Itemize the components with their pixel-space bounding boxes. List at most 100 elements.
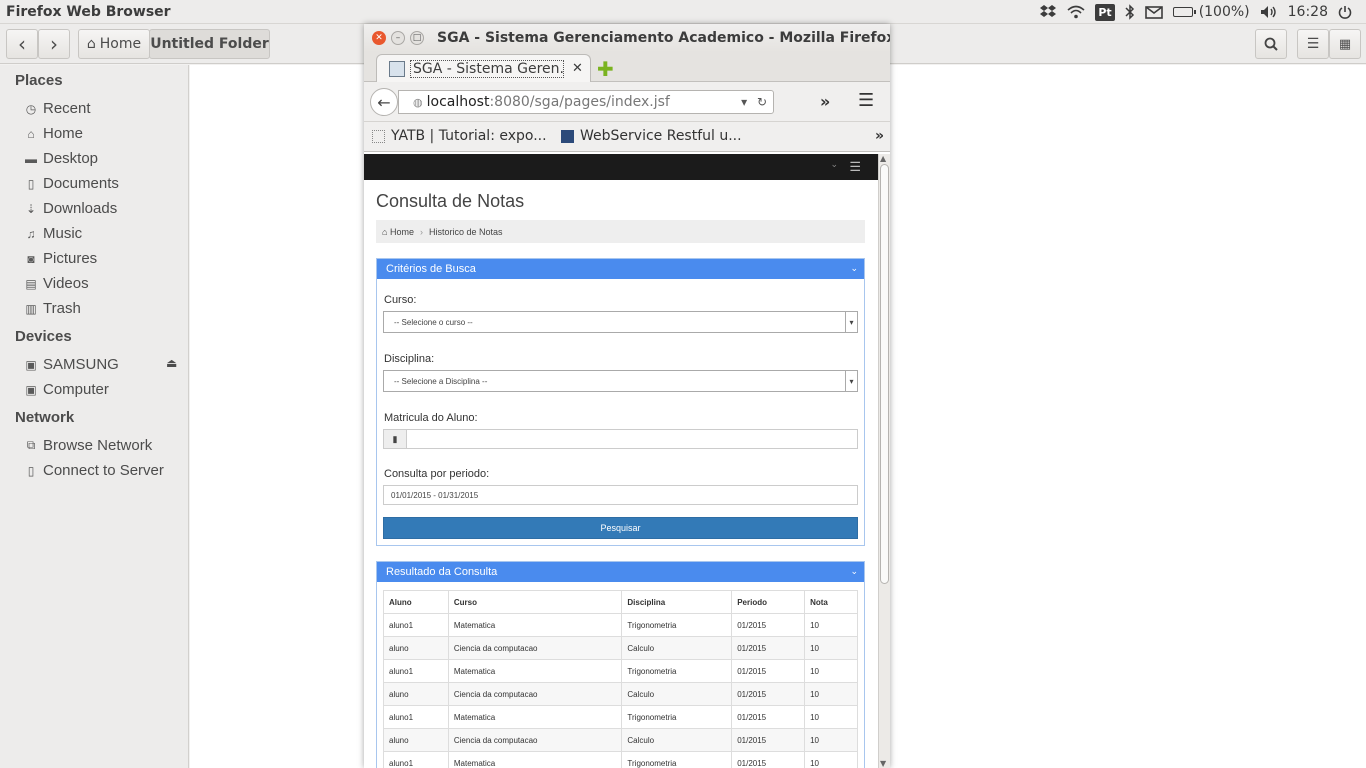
download-icon: ⇣ [25, 201, 37, 216]
matricula-field[interactable]: ▮ [383, 429, 858, 449]
system-tray: Pt (100%) 16:28 [1039, 0, 1352, 24]
battery-status[interactable]: (100%) [1172, 4, 1250, 20]
hamburger-icon[interactable]: ☰ [849, 159, 861, 175]
chevron-down-icon[interactable]: ⌄ [850, 263, 858, 274]
globe-icon: ◍ [413, 95, 423, 109]
firefox-window: ✕ – □ SGA - Sistema Gerenciamento Academ… [364, 24, 890, 768]
url-controls: ▾ ↻ [741, 95, 767, 109]
column-header[interactable]: Aluno [383, 590, 449, 614]
page-favicon-icon [389, 60, 405, 77]
table-row[interactable]: aluno1 Matematica Trigonometria 01/2015 10 [383, 705, 858, 729]
table-cell: Trigonometria [621, 613, 733, 637]
curso-label: Curso: [384, 294, 417, 306]
table-cell: aluno1 [383, 705, 449, 729]
sidebar-item-home[interactable]: ⌂ Home [24, 125, 83, 142]
path-home-button[interactable]: ⌂ Home [78, 29, 150, 59]
search-panel-header[interactable]: Critérios de Busca ⌄ [377, 259, 864, 279]
chevron-down-icon[interactable]: ⌄ [830, 159, 838, 170]
window-titlebar[interactable]: ✕ – □ SGA - Sistema Gerenciamento Academ… [364, 24, 890, 52]
chevron-left-icon: ‹ [18, 32, 26, 56]
table-row[interactable]: aluno1 Matematica Trigonometria 01/2015 10 [383, 613, 858, 637]
url-bar[interactable]: ◍ localhost:8080/sga/pages/index.jsf ▾ ↻ [398, 90, 774, 114]
clock[interactable]: 16:28 [1288, 4, 1328, 20]
sidebar-item-desktop[interactable]: ▬ Desktop [24, 150, 98, 167]
path-current-button[interactable]: Untitled Folder [149, 29, 270, 59]
column-header[interactable]: Nota [804, 590, 858, 614]
breadcrumb-separator-icon: › [419, 226, 423, 237]
forward-button[interactable]: › [38, 29, 70, 59]
power-icon[interactable] [1338, 5, 1352, 19]
scroll-thumb[interactable] [880, 164, 889, 584]
dropdown-icon[interactable]: ▾ [741, 95, 747, 109]
sidebar-item-music[interactable]: ♫ Music [24, 225, 83, 242]
bookmark-yatb[interactable]: YATB | Tutorial: expo... [372, 128, 547, 144]
dropbox-icon[interactable] [1039, 4, 1057, 20]
reload-icon[interactable]: ↻ [757, 95, 767, 109]
pesquisar-button[interactable]: Pesquisar [383, 517, 858, 539]
bluetooth-icon[interactable] [1125, 4, 1135, 20]
disciplina-select-value: -- Selecione a Disciplina -- [394, 376, 488, 386]
search-button[interactable] [1255, 29, 1287, 59]
column-header[interactable]: Disciplina [621, 590, 733, 614]
table-row[interactable]: aluno1 Matematica Trigonometria 01/2015 10 [383, 751, 858, 768]
plus-icon: ✚ [597, 57, 614, 81]
toolbar-overflow-button[interactable]: » [820, 92, 830, 111]
table-row[interactable]: aluno Ciencia da computacao Calculo 01/2015… [383, 682, 858, 706]
table-row[interactable]: aluno1 Matematica Trigonometria 01/2015 10 [383, 659, 858, 683]
scroll-up-icon[interactable]: ▲ [880, 154, 886, 163]
sidebar-item-browse-network[interactable]: ⧉ Browse Network [24, 437, 153, 454]
minimize-window-button[interactable]: – [391, 31, 405, 45]
table-row[interactable]: aluno Ciencia da computacao Calculo 01/2015… [383, 728, 858, 752]
view-grid-button[interactable]: ▦ [1329, 29, 1361, 59]
eject-icon[interactable]: ⏏ [166, 356, 177, 370]
bookmark-webservice[interactable]: WebService Restful u... [561, 128, 742, 144]
sidebar-item-computer[interactable]: ▣ Computer [24, 381, 109, 398]
page-scrollbar[interactable]: ▲ ▼ [878, 154, 890, 768]
back-button[interactable]: ‹ [6, 29, 38, 59]
periodo-field[interactable]: 01/01/2015 - 01/31/2015 [383, 485, 858, 505]
table-cell: Trigonometria [621, 705, 733, 729]
table-cell: Trigonometria [621, 659, 733, 683]
browser-menu-button[interactable]: ☰ [858, 90, 874, 111]
sidebar-item-connect-server[interactable]: ▯ Connect to Server [24, 462, 164, 479]
scroll-down-icon[interactable]: ▼ [880, 759, 886, 768]
url-host: localhost [426, 94, 490, 110]
sidebar-item-downloads[interactable]: ⇣ Downloads [24, 200, 117, 217]
disciplina-select[interactable]: -- Selecione a Disciplina -- ▾ [383, 370, 858, 392]
pt-indicator-icon[interactable]: Pt [1095, 3, 1115, 21]
curso-select[interactable]: -- Selecione o curso -- ▾ [383, 311, 858, 333]
volume-icon[interactable] [1260, 5, 1278, 19]
sidebar-item-videos[interactable]: ▤ Videos [24, 275, 88, 292]
home-icon: ⌂ [27, 126, 35, 141]
view-list-button[interactable]: ☰ [1297, 29, 1329, 59]
sidebar-item-samsung[interactable]: ▣ SAMSUNG [24, 356, 119, 373]
new-tab-button[interactable]: ✚ [597, 57, 614, 81]
sidebar-item-pictures[interactable]: ◙ Pictures [24, 250, 97, 267]
sidebar-item-label: Pictures [43, 250, 98, 267]
maximize-window-button[interactable]: □ [410, 31, 424, 45]
table-row[interactable]: aluno Ciencia da computacao Calculo 01/2015… [383, 636, 858, 660]
results-panel-header[interactable]: Resultado da Consulta ⌄ [377, 562, 864, 582]
breadcrumb-current: Historico de Notas [428, 226, 503, 237]
breadcrumb-home[interactable]: ⌂ Home [382, 227, 414, 237]
sidebar-item-recent[interactable]: ◷ Recent [24, 100, 91, 117]
sidebar-item-documents[interactable]: ▯ Documents [24, 175, 119, 192]
results-panel: Resultado da Consulta ⌄ Aluno Curso Disc… [376, 561, 865, 768]
tab-close-icon[interactable]: ✕ [572, 61, 583, 76]
chevron-down-icon[interactable]: ⌄ [850, 566, 858, 577]
clock-icon: ◷ [25, 101, 37, 116]
column-header[interactable]: Periodo [731, 590, 806, 614]
tab-sga[interactable]: SGA - Sistema Geren... ✕ [376, 54, 591, 82]
sidebar-item-trash[interactable]: ▥ Trash [24, 300, 80, 317]
mail-icon[interactable] [1144, 5, 1163, 19]
bookmarks-more-button[interactable]: » [875, 128, 884, 144]
list-icon: ☰ [1306, 36, 1320, 52]
table-cell: aluno1 [383, 659, 449, 683]
column-header[interactable]: Curso [447, 590, 623, 614]
close-icon: ✕ [375, 33, 383, 43]
table-cell: Matematica [447, 613, 623, 637]
drive-icon: ▣ [25, 357, 37, 372]
wifi-icon[interactable] [1067, 5, 1085, 19]
close-window-button[interactable]: ✕ [372, 31, 386, 45]
back-button[interactable]: ← [370, 88, 398, 116]
